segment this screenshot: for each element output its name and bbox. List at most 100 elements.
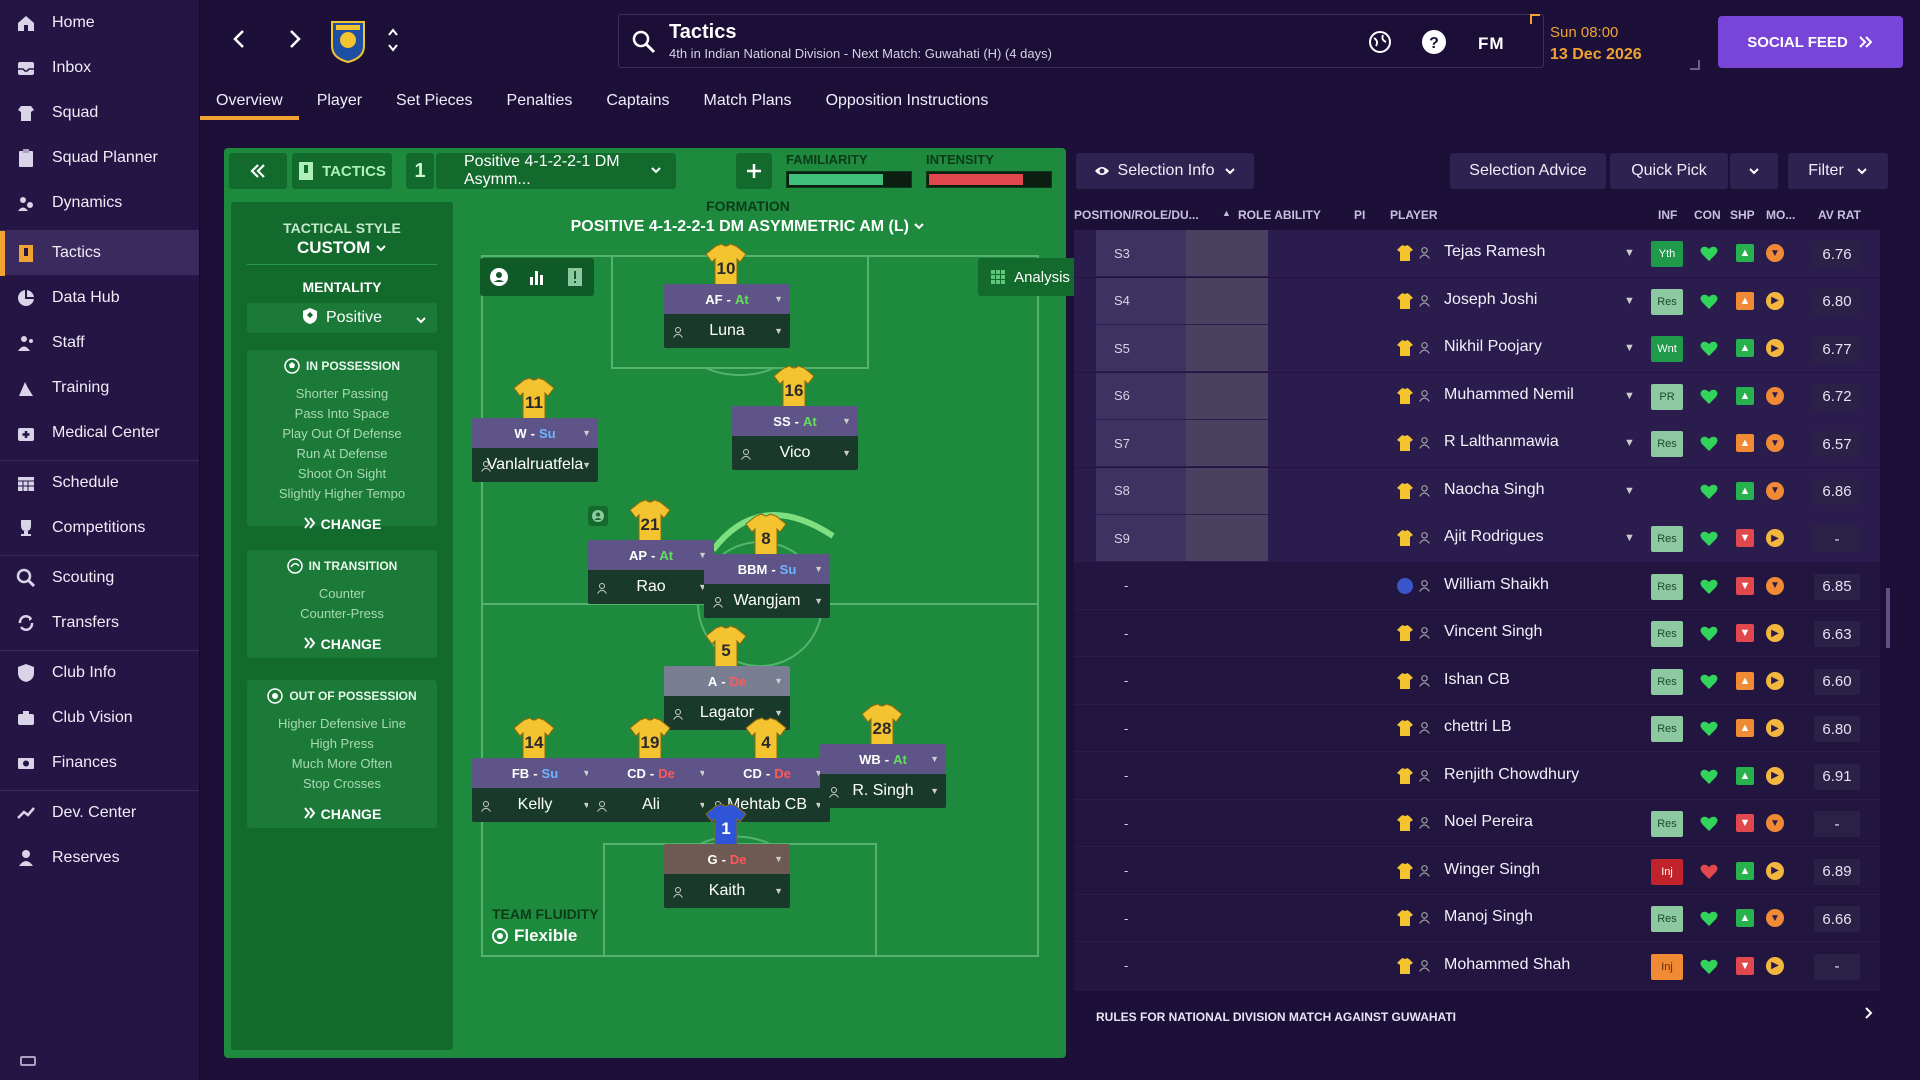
player-name[interactable]: Ajit Rodrigues — [1444, 528, 1544, 546]
tab-captains[interactable]: Captains — [590, 88, 685, 120]
player-name-dropdown[interactable]: Kaith ▼ — [664, 874, 790, 908]
position-cell[interactable]: - — [1096, 563, 1186, 609]
quick-pick-button[interactable]: Quick Pick — [1610, 153, 1728, 189]
role-dropdown[interactable]: W - Su ▼ — [472, 418, 598, 448]
col-shp[interactable]: SHP — [1730, 208, 1755, 222]
col-av-rat[interactable]: AV RAT — [1818, 208, 1861, 222]
player-name[interactable]: Noel Pereira — [1444, 813, 1533, 831]
table-row[interactable]: S8 Naocha Singh ▼ ▲ ▼ 6.86 — [1074, 467, 1880, 515]
table-row[interactable]: - Winger Singh Inj ▲ ▶ 6.89 — [1074, 847, 1880, 895]
position-cell[interactable]: - — [1096, 610, 1186, 656]
chevron-down-icon[interactable]: ▼ — [1624, 247, 1635, 259]
table-row[interactable]: S4 Joseph Joshi ▼ Res ▲ ▶ 6.80 — [1074, 277, 1880, 325]
position-cell[interactable]: - — [1096, 753, 1186, 799]
position-cell[interactable]: - — [1096, 658, 1186, 704]
mentality-dropdown[interactable]: Positive — [247, 303, 437, 333]
col-inf[interactable]: INF — [1658, 208, 1677, 222]
sidebar-item-inbox[interactable]: Inbox — [0, 45, 199, 90]
role-dropdown[interactable]: WB - At ▼ — [820, 744, 946, 774]
role-dropdown[interactable]: CD - De ▼ — [588, 758, 714, 788]
col-pi[interactable]: PI — [1354, 208, 1365, 222]
chevron-down-icon[interactable]: ▼ — [1624, 295, 1635, 307]
player-name[interactable]: William Shaikh — [1444, 576, 1549, 594]
col-morale[interactable]: MO... — [1766, 208, 1795, 222]
world-icon[interactable] — [1366, 28, 1394, 56]
tab-opposition-instructions[interactable]: Opposition Instructions — [810, 88, 1005, 120]
analysis-button[interactable]: Analysis — [978, 258, 1082, 296]
back-arrow-icon[interactable] — [226, 26, 252, 52]
table-row[interactable]: - William Shaikh Res ▼ ▼ 6.85 — [1074, 562, 1880, 610]
chevron-down-icon[interactable]: ▼ — [1624, 437, 1635, 449]
player-card-gk[interactable]: 1 G - De ▼ Kaith ▼ — [664, 803, 790, 910]
player-card-ap[interactable]: 21 AP - At ▼ Rao ▼ — [588, 499, 714, 606]
collapse-button[interactable] — [229, 153, 287, 189]
table-row[interactable]: - Renjith Chowdhury ▲ ▶ 6.91 — [1074, 752, 1880, 800]
position-cell[interactable]: S6 — [1096, 372, 1186, 419]
chevron-down-icon[interactable]: ▼ — [1624, 342, 1635, 354]
player-card-fb[interactable]: 14 FB - Su ▼ Kelly ▼ — [472, 717, 598, 824]
table-row[interactable]: - Vincent Singh Res ▼ ▶ 6.63 — [1074, 610, 1880, 657]
player-name[interactable]: chettri LB — [1444, 718, 1512, 736]
player-name[interactable]: Muhammed Nemil — [1444, 386, 1574, 404]
player-name-dropdown[interactable]: Luna ▼ — [664, 314, 790, 348]
role-dropdown[interactable]: G - De ▼ — [664, 844, 790, 874]
sidebar-item-squad[interactable]: Squad — [0, 90, 199, 135]
search-box[interactable]: Tactics 4th in Indian National Division … — [618, 14, 1544, 68]
date-box[interactable]: Sun 08:00 13 Dec 2026 — [1530, 14, 1700, 70]
social-feed-button[interactable]: SOCIAL FEED — [1718, 16, 1903, 68]
role-dropdown[interactable]: FB - Su ▼ — [472, 758, 598, 788]
scrollbar[interactable] — [1886, 588, 1890, 648]
chevron-down-icon[interactable]: ▼ — [1624, 390, 1635, 402]
position-cell[interactable]: S3 — [1096, 230, 1186, 276]
player-card-bbm[interactable]: 8 BBM - Su ▼ Wangjam ▼ — [704, 513, 830, 620]
player-name[interactable]: Naocha Singh — [1444, 481, 1545, 499]
player-name[interactable]: Mohammed Shah — [1444, 956, 1570, 974]
role-dropdown[interactable]: AF - At ▼ — [664, 284, 790, 314]
col-player[interactable]: PLAYER — [1390, 208, 1438, 222]
table-row[interactable]: S5 Nikhil Poojary ▼ Wnt ▲ ▶ 6.77 — [1074, 325, 1880, 372]
col-position[interactable]: POSITION/ROLE/DU... — [1074, 208, 1199, 222]
player-name-dropdown[interactable]: Vico ▼ — [732, 436, 858, 470]
role-dropdown[interactable]: A - De ▼ — [664, 666, 790, 696]
sidebar-item-squad-planner[interactable]: Squad Planner — [0, 135, 199, 180]
sidebar-item-tactics[interactable]: Tactics — [0, 230, 199, 276]
sidebar-item-scouting[interactable]: Scouting — [0, 555, 199, 600]
fm-logo[interactable]: FM — [1478, 34, 1505, 54]
tactical-style-dropdown[interactable]: CUSTOM — [231, 238, 453, 258]
role-dropdown[interactable]: BBM - Su ▼ — [704, 554, 830, 584]
sidebar-item-home[interactable]: Home — [0, 0, 199, 45]
chevron-down-icon[interactable]: ▼ — [1624, 532, 1635, 544]
tab-penalties[interactable]: Penalties — [491, 88, 589, 120]
sidebar-item-schedule[interactable]: Schedule — [0, 460, 199, 505]
sidebar-item-dev-center[interactable]: Dev. Center — [0, 790, 199, 835]
chevron-down-icon[interactable]: ▼ — [1624, 485, 1635, 497]
position-cell[interactable]: - — [1096, 943, 1186, 989]
sidebar-item-club-vision[interactable]: Club Vision — [0, 695, 199, 740]
player-name[interactable]: Ishan CB — [1444, 671, 1510, 689]
table-row[interactable]: - Ishan CB Res ▲ ▶ 6.60 — [1074, 657, 1880, 705]
sidebar-item-finances[interactable]: Finances — [0, 740, 199, 785]
selection-advice-button[interactable]: Selection Advice — [1450, 153, 1606, 189]
player-name[interactable]: Vincent Singh — [1444, 623, 1542, 641]
player-name[interactable]: Tejas Ramesh — [1444, 243, 1545, 261]
sidebar-item-staff[interactable]: Staff — [0, 320, 199, 365]
player-name[interactable]: R Lalthanmawia — [1444, 433, 1559, 451]
position-cell[interactable]: - — [1096, 895, 1186, 941]
player-name-dropdown[interactable]: Kelly ▼ — [472, 788, 598, 822]
player-name[interactable]: Manoj Singh — [1444, 908, 1533, 926]
player-name[interactable]: Renjith Chowdhury — [1444, 766, 1579, 784]
sidebar-item-medical-center[interactable]: Medical Center — [0, 410, 199, 455]
player-card-w[interactable]: 11 W - Su ▼ Vanlalruatfela ▼ — [472, 377, 598, 484]
sidebar-item-dynamics[interactable]: Dynamics — [0, 180, 199, 225]
bar-chart-icon[interactable] — [518, 258, 556, 296]
keyboard-icon[interactable] — [20, 1056, 36, 1066]
position-cell[interactable]: - — [1096, 705, 1186, 751]
club-switch-icon[interactable] — [380, 22, 406, 58]
position-cell[interactable]: S4 — [1096, 277, 1186, 324]
match-rules-link[interactable]: RULES FOR NATIONAL DIVISION MATCH AGAINS… — [1096, 1010, 1886, 1024]
table-row[interactable]: S3 Tejas Ramesh ▼ Yth ▲ ▼ 6.76 — [1074, 230, 1880, 277]
position-cell[interactable]: S9 — [1096, 515, 1186, 561]
table-row[interactable]: - chettri LB Res ▲ ▶ 6.80 — [1074, 705, 1880, 752]
player-name[interactable]: Winger Singh — [1444, 861, 1540, 879]
team-fluidity[interactable]: TEAM FLUIDITY Flexible — [492, 906, 599, 946]
